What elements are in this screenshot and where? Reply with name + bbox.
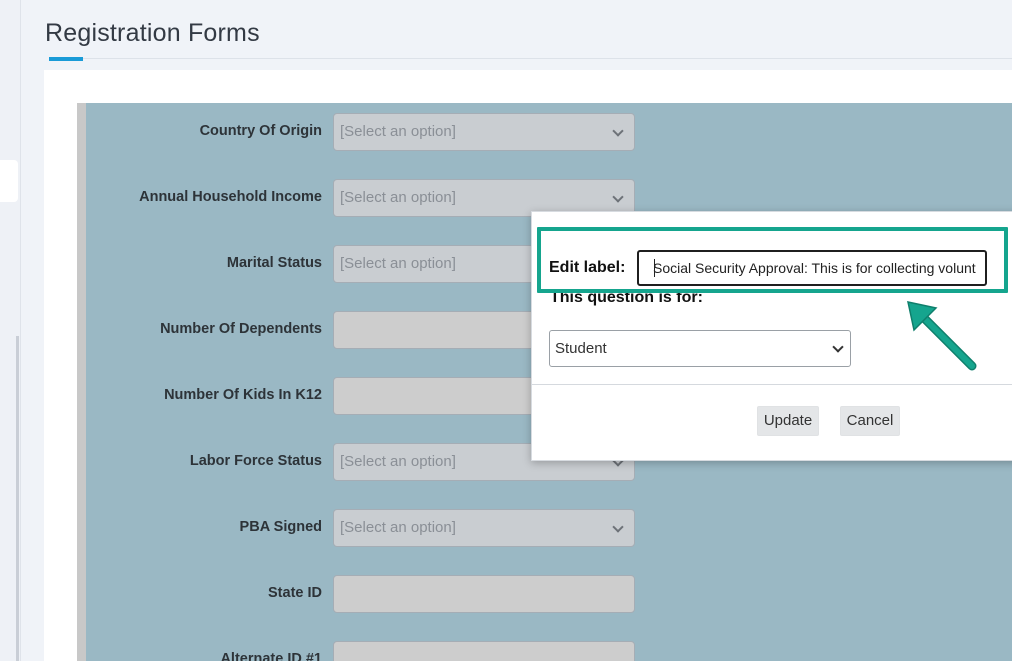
- app-root: Registration Forms Country Of Origin [Se…: [0, 0, 1012, 661]
- sidebar-tab[interactable]: [0, 160, 18, 202]
- field-label-marital-status: Marital Status: [226, 255, 322, 271]
- field-label-pba-signed: PBA Signed: [239, 519, 322, 535]
- field-label-number-of-dependents: Number Of Dependents: [160, 321, 322, 337]
- field-label-number-of-kids-in-k12: Number Of Kids In K12: [164, 387, 322, 403]
- sidebar-scrollbar[interactable]: [16, 336, 19, 661]
- cancel-button[interactable]: Cancel: [840, 406, 900, 436]
- update-button[interactable]: Update: [757, 406, 819, 436]
- field-label-alternate-id-1: Alternate ID #1: [220, 651, 322, 661]
- alternate-id-1-input[interactable]: [333, 641, 635, 661]
- title-underline: [49, 57, 83, 61]
- pba-signed-select[interactable]: [Select an option]: [333, 509, 635, 547]
- text-caret: [654, 259, 655, 277]
- country-of-origin-select[interactable]: [Select an option]: [333, 113, 635, 151]
- state-id-input[interactable]: [333, 575, 635, 613]
- field-label-labor-force-status: Labor Force Status: [189, 453, 322, 469]
- edit-label-input[interactable]: Social Security Approval: This is for co…: [637, 250, 987, 286]
- field-label-annual-household-income: Annual Household Income: [139, 189, 322, 205]
- page-title: Registration Forms: [45, 19, 260, 47]
- left-sidebar: [0, 0, 21, 661]
- question-audience-select[interactable]: Student: [549, 330, 851, 367]
- edit-label-heading: Edit label:: [549, 259, 630, 277]
- question-audience-value: Student: [555, 340, 607, 357]
- edit-label-modal: This question is for: Edit label: Social…: [531, 211, 1012, 461]
- question-for-label: This question is for:: [550, 289, 703, 306]
- edit-label-input-value: Social Security Approval: This is for co…: [653, 260, 976, 276]
- title-divider: [83, 58, 1012, 59]
- modal-divider: [532, 384, 1012, 385]
- field-label-state-id: State ID: [268, 585, 322, 601]
- field-label-country-of-origin: Country Of Origin: [199, 123, 322, 139]
